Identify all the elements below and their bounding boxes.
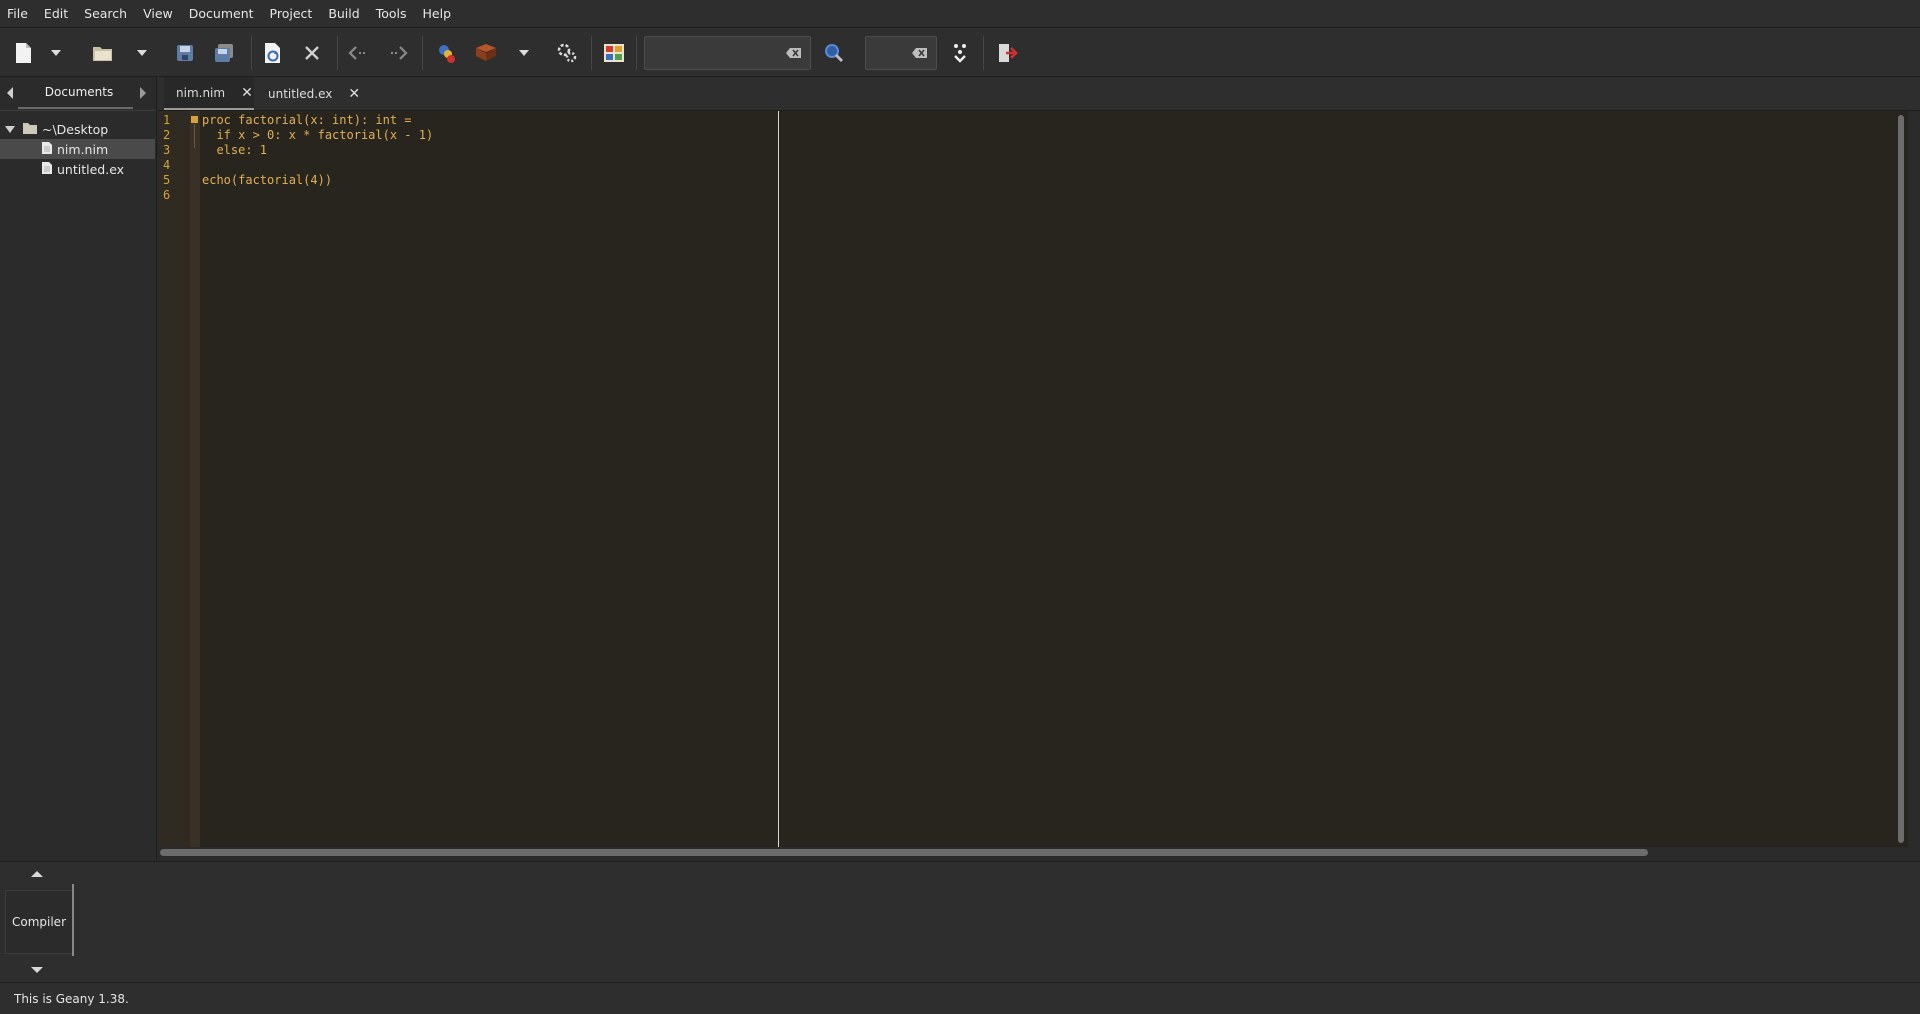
search-input[interactable] [645, 37, 787, 67]
scroll-down-icon[interactable] [31, 967, 43, 973]
quit-icon[interactable] [993, 39, 1021, 67]
menu-edit[interactable]: Edit [36, 6, 76, 21]
tab-untitled-ex[interactable]: untitled.ex ✕ [258, 77, 360, 110]
line-number: 1 [163, 113, 171, 127]
line-number: 3 [163, 143, 171, 157]
color-chooser-icon[interactable] [600, 39, 628, 67]
menu-bar: File Edit Search View Document Project B… [0, 0, 1920, 28]
menu-tools[interactable]: Tools [368, 6, 415, 21]
status-bar: This is Geany 1.38. [0, 982, 1920, 1014]
chevron-down-icon[interactable] [135, 39, 149, 67]
clear-goto-icon[interactable] [911, 44, 929, 62]
expander-icon[interactable] [5, 125, 15, 133]
scroll-up-icon[interactable] [31, 871, 43, 877]
save-icon[interactable] [171, 39, 199, 67]
vertical-scrollbar[interactable] [1898, 115, 1904, 843]
tree-folder-desktop[interactable]: ~\Desktop [0, 119, 155, 139]
tab-label: nim.nim [176, 85, 226, 100]
arrow-right-icon[interactable] [384, 39, 412, 67]
scroll-tabs-left-icon[interactable] [7, 87, 13, 99]
folder-icon [22, 121, 38, 138]
code-line: echo(factorial(4)) [202, 173, 333, 187]
line-number: 5 [163, 173, 171, 187]
sidebar-tabs: Documents [0, 77, 156, 111]
sidebar: Documents ~\Desktop nim.nim untitled.ex [0, 77, 157, 860]
long-line-marker [778, 111, 779, 847]
compile-icon[interactable] [432, 39, 460, 67]
fold-margin [190, 111, 200, 847]
code-line: if x > 0: x * factorial(x - 1) [202, 128, 434, 142]
scroll-tabs-right-icon[interactable] [140, 87, 146, 99]
editor-tabs: nim.nim ✕ untitled.ex ✕ [158, 77, 1920, 111]
arrow-left-icon[interactable] [344, 39, 372, 67]
menu-project[interactable]: Project [262, 6, 321, 21]
fold-marker-icon[interactable] [191, 116, 198, 123]
close-icon[interactable] [298, 39, 326, 67]
save-all-icon[interactable] [210, 39, 238, 67]
file-icon [41, 141, 53, 158]
tree-label: untitled.ex [57, 161, 125, 177]
code-editor[interactable]: 1 2 3 4 5 6 proc factorial(x: int): int … [158, 111, 1908, 847]
tab-compiler[interactable]: Compiler [5, 890, 73, 954]
tree-file-nim[interactable]: nim.nim [0, 139, 155, 159]
menu-help[interactable]: Help [415, 6, 460, 21]
message-panel: Compiler [0, 861, 1920, 982]
horizontal-scrollbar[interactable] [160, 849, 1648, 856]
line-number: 2 [163, 128, 171, 142]
menu-build[interactable]: Build [320, 6, 367, 21]
tree-file-untitled[interactable]: untitled.ex [0, 159, 155, 179]
folder-open-icon[interactable] [89, 39, 117, 67]
build-icon[interactable] [472, 39, 500, 67]
chevron-down-icon[interactable] [517, 39, 531, 67]
clear-search-icon[interactable] [785, 44, 803, 62]
new-document-icon[interactable] [9, 39, 37, 67]
code-line: proc factorial(x: int): int = [202, 113, 412, 127]
tab-documents[interactable]: Documents [24, 85, 134, 99]
menu-search[interactable]: Search [76, 6, 135, 21]
menu-document[interactable]: Document [181, 6, 262, 21]
tab-nim-nim[interactable]: nim.nim ✕ [164, 77, 254, 110]
tree-label: nim.nim [57, 141, 109, 157]
menu-view[interactable]: View [135, 6, 181, 21]
goto-icon[interactable] [946, 39, 974, 67]
goto-line-container [865, 36, 937, 70]
line-number-gutter: 1 2 3 4 5 6 [158, 111, 190, 847]
tab-label: untitled.ex [268, 86, 333, 101]
execute-icon[interactable] [553, 39, 581, 67]
toolbar [0, 28, 1920, 77]
chevron-down-icon[interactable] [49, 39, 63, 67]
code-line: else: 1 [202, 143, 268, 157]
menu-file[interactable]: File [0, 6, 36, 21]
line-number: 6 [163, 188, 171, 202]
close-tab-icon[interactable]: ✕ [348, 86, 360, 102]
reload-icon[interactable] [258, 39, 286, 67]
tree-label: ~\Desktop [42, 121, 109, 137]
search-icon[interactable] [820, 39, 848, 67]
file-icon [41, 161, 53, 178]
search-field-container [644, 36, 811, 70]
line-number: 4 [163, 158, 171, 172]
horizontal-scrollbar-track [158, 847, 1920, 859]
status-text: This is Geany 1.38. [14, 991, 129, 1006]
close-tab-icon[interactable]: ✕ [241, 85, 253, 101]
